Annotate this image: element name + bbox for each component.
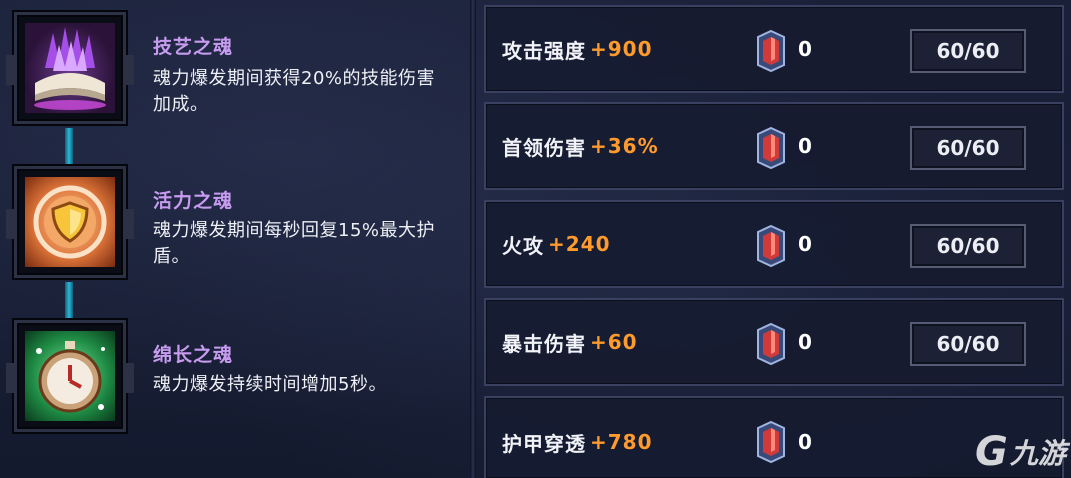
stat-label: 暴击伤害 <box>502 331 586 356</box>
stat-row-fire-attack: 火攻 +240 0 60/60 <box>484 200 1064 288</box>
stat-row-attack: 攻击强度 +900 0 60/60 <box>484 5 1064 93</box>
skill-icon-frame-2[interactable] <box>6 166 134 278</box>
skill-desc-2: 魂力爆发期间每秒回复15%最大护盾。 <box>153 220 436 267</box>
gem-icon <box>757 224 785 268</box>
gem-count: 0 <box>798 330 812 354</box>
watermark-logo: G 九游 <box>975 426 1071 478</box>
cap-button[interactable]: 60/60 <box>910 224 1026 268</box>
gem-count: 0 <box>798 37 812 61</box>
skill-desc-1: 魂力爆发期间获得20%的技能伤害加成。 <box>153 68 436 115</box>
gem-count: 0 <box>798 430 812 454</box>
skill-list: 技艺之魂 魂力爆发期间获得20%的技能伤害加成。 活力之魂 魂力爆发期间每秒回复… <box>0 0 470 478</box>
watermark-symbol: G <box>975 429 1008 475</box>
stat-row-boss-damage: 首领伤害 +36% 0 60/60 <box>484 102 1064 190</box>
cap-button[interactable]: 60/60 <box>910 126 1026 170</box>
gem-icon <box>757 420 785 464</box>
skill-icon-frame-1[interactable] <box>6 12 134 124</box>
stat-label: 首领伤害 <box>502 135 586 160</box>
skill-icon-frame-3[interactable] <box>6 320 134 432</box>
spellbook-icon <box>25 23 115 113</box>
stat-label: 攻击强度 <box>502 38 586 63</box>
shield-icon <box>25 177 115 267</box>
stat-bonus: +780 <box>590 430 653 454</box>
stat-label: 护甲穿透 <box>502 431 586 456</box>
stat-bonus: +900 <box>590 37 653 61</box>
gem-count: 0 <box>798 232 812 256</box>
gem-count: 0 <box>798 134 812 158</box>
cap-button[interactable]: 60/60 <box>910 322 1026 366</box>
panel-divider <box>470 0 476 478</box>
stat-row-crit-damage: 暴击伤害 +60 0 60/60 <box>484 298 1064 386</box>
stat-bonus: +240 <box>548 232 611 256</box>
stopwatch-icon <box>25 331 115 421</box>
watermark-text: 九游 <box>1009 437 1066 470</box>
skill-connector <box>65 282 73 322</box>
stat-bonus: +60 <box>590 330 638 354</box>
skill-name-2: 活力之魂 <box>153 190 234 212</box>
skill-name-3: 绵长之魂 <box>153 344 234 366</box>
skill-connector <box>65 128 73 166</box>
gem-icon <box>757 126 785 170</box>
cap-button[interactable]: 60/60 <box>910 29 1026 73</box>
stat-bonus: +36% <box>590 134 659 158</box>
gem-icon <box>757 29 785 73</box>
skill-name-1: 技艺之魂 <box>153 36 234 58</box>
stat-label: 火攻 <box>502 233 544 258</box>
gem-icon <box>757 322 785 366</box>
skill-desc-3: 魂力爆发持续时间增加5秒。 <box>153 374 387 395</box>
